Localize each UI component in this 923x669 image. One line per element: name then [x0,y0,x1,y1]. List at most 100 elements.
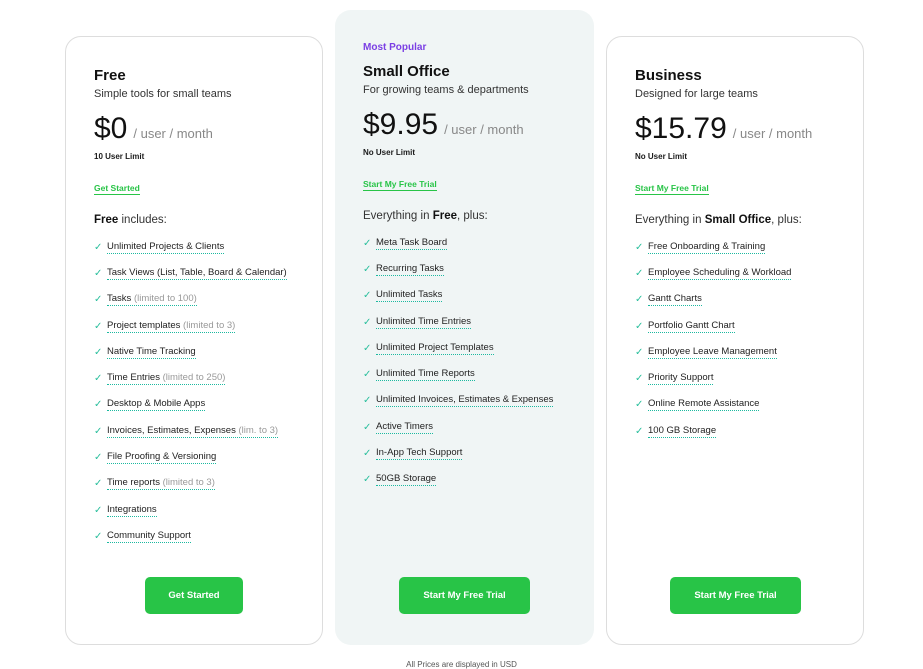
feature-limit: (limited to 3) [183,319,236,331]
check-icon: ✓ [94,267,103,279]
feature-item: ✓ Project templates (limited to 3) [94,313,312,339]
feature-tooltip-trigger[interactable]: Tasks (limited to 100) [107,293,197,307]
feature-tooltip-trigger[interactable]: 100 GB Storage [648,425,717,438]
feature-item: ✓ Tasks (limited to 100) [94,287,312,313]
feature-tooltip-trigger[interactable]: Unlimited Time Reports [376,368,475,382]
feature-item: ✓ Active Timers [363,414,584,440]
most-popular-badge: Most Popular [363,42,427,53]
feature-item: ✓ Online Remote Assistance [635,392,853,418]
feature-item: ✓ 50GB Storage [363,467,584,493]
feature-tooltip-trigger[interactable]: Desktop & Mobile Apps [107,398,206,412]
check-icon: ✓ [94,294,103,306]
feature-text: Employee Scheduling & Workload [648,266,792,278]
feature-text: In-App Tech Support [376,447,463,459]
feature-text: Tasks [107,293,132,305]
includes-prefix: Everything in [363,210,433,222]
check-icon: ✓ [363,395,372,407]
feature-item: ✓ Unlimited Tasks [363,283,584,309]
plan-price: $15.79 [635,112,727,145]
feature-text: Integrations [107,503,157,515]
feature-text: Online Remote Assistance [648,398,760,410]
feature-text: Time reports [107,477,160,489]
feature-tooltip-trigger[interactable]: Invoices, Estimates, Expenses (lim. to 3… [107,425,279,438]
feature-limit: (limited to 250) [162,372,226,384]
feature-tooltip-trigger[interactable]: Integrations [107,504,157,517]
feature-tooltip-trigger[interactable]: Unlimited Projects & Clients [107,240,225,254]
feature-tooltip-trigger[interactable]: Employee Leave Management [648,346,777,359]
includes-heading: Everything in Free, plus: [363,210,584,222]
feature-item: ✓ Employee Scheduling & Workload [635,260,853,286]
plan-subtitle: For growing teams & departments [363,84,529,96]
includes-suffix: , plus: [771,214,802,226]
plan-link[interactable]: Start My Free Trial [363,179,437,191]
feature-text: Time Entries [107,372,160,384]
feature-tooltip-trigger[interactable]: File Proofing & Versioning [107,451,217,465]
feature-tooltip-trigger[interactable]: Meta Task Board [376,237,448,250]
check-icon: ✓ [94,399,103,411]
check-icon: ✓ [94,241,103,253]
check-icon: ✓ [94,530,103,542]
feature-limit: (limited to 100) [133,293,197,305]
feature-text: Native Time Tracking [107,345,196,357]
price-unit: / user / month [444,122,524,137]
feature-tooltip-trigger[interactable]: Time reports (limited to 3) [107,477,215,491]
feature-item: ✓ Integrations [94,497,312,523]
plan-name: Free [94,67,126,84]
feature-tooltip-trigger[interactable]: Priority Support [648,372,714,386]
plan-cta-button[interactable]: Start My Free Trial [399,577,530,614]
feature-tooltip-trigger[interactable]: Native Time Tracking [107,346,196,359]
feature-tooltip-trigger[interactable]: Active Timers [376,421,434,434]
feature-text: Task Views (List, Table, Board & Calenda… [107,266,287,278]
feature-item: ✓ Free Onboarding & Training [635,234,853,260]
check-icon: ✓ [635,294,644,306]
feature-text: Free Onboarding & Training [648,240,766,252]
feature-tooltip-trigger[interactable]: Unlimited Tasks [376,289,443,303]
feature-tooltip-trigger[interactable]: Employee Scheduling & Workload [648,266,792,280]
includes-suffix: includes: [118,214,167,226]
feature-tooltip-trigger[interactable]: 50GB Storage [376,473,437,487]
plan-link[interactable]: Get Started [94,183,140,195]
feature-item: ✓ Unlimited Project Templates [363,335,584,361]
plan-link[interactable]: Start My Free Trial [635,183,709,195]
feature-text: Unlimited Time Entries [376,315,472,327]
plan-subtitle: Simple tools for small teams [94,88,232,100]
feature-tooltip-trigger[interactable]: Unlimited Time Entries [376,315,472,329]
feature-limit: (limited to 3) [162,477,215,489]
plan-cta-button[interactable]: Start My Free Trial [670,577,801,614]
feature-list: ✓ Unlimited Projects & Clients ✓ Task Views… [94,234,312,550]
check-icon: ✓ [94,425,103,437]
check-icon: ✓ [363,263,372,275]
feature-tooltip-trigger[interactable]: Time Entries (limited to 250) [107,372,226,386]
feature-text: Unlimited Tasks [376,289,443,301]
check-icon: ✓ [363,369,372,381]
feature-tooltip-trigger[interactable]: Free Onboarding & Training [648,240,766,254]
feature-tooltip-trigger[interactable]: In-App Tech Support [376,447,463,461]
feature-item: ✓ File Proofing & Versioning [94,444,312,470]
feature-text: Unlimited Projects & Clients [107,240,225,252]
check-icon: ✓ [94,346,103,358]
feature-text: Priority Support [648,372,714,384]
feature-text: Unlimited Time Reports [376,368,475,380]
feature-tooltip-trigger[interactable]: Community Support [107,530,191,543]
feature-text: Gantt Charts [648,293,702,305]
check-icon: ✓ [363,237,372,249]
feature-tooltip-trigger[interactable]: Project templates (limited to 3) [107,319,236,333]
check-icon: ✓ [635,373,644,385]
includes-heading: Free includes: [94,214,312,226]
plan-cta-button[interactable]: Get Started [145,577,243,614]
feature-tooltip-trigger[interactable]: Unlimited Project Templates [376,342,494,355]
feature-tooltip-trigger[interactable]: Portfolio Gantt Chart [648,320,735,333]
feature-item: ✓ Unlimited Invoices, Estimates & Expense… [363,388,584,414]
feature-tooltip-trigger[interactable]: Task Views (List, Table, Board & Calenda… [107,267,287,280]
plan-card-small-office: Most Popular Small Office For growing tea… [335,10,594,645]
feature-tooltip-trigger[interactable]: Gantt Charts [648,293,702,307]
check-icon: ✓ [363,421,372,433]
user-limit: No User Limit [363,148,416,157]
check-icon: ✓ [94,478,103,490]
includes-prefix: Everything in [635,214,705,226]
feature-tooltip-trigger[interactable]: Recurring Tasks [376,263,444,276]
feature-tooltip-trigger[interactable]: Unlimited Invoices, Estimates & Expenses [376,394,554,408]
check-icon: ✓ [635,346,644,358]
feature-tooltip-trigger[interactable]: Online Remote Assistance [648,398,760,412]
feature-item: ✓ Native Time Tracking [94,339,312,365]
